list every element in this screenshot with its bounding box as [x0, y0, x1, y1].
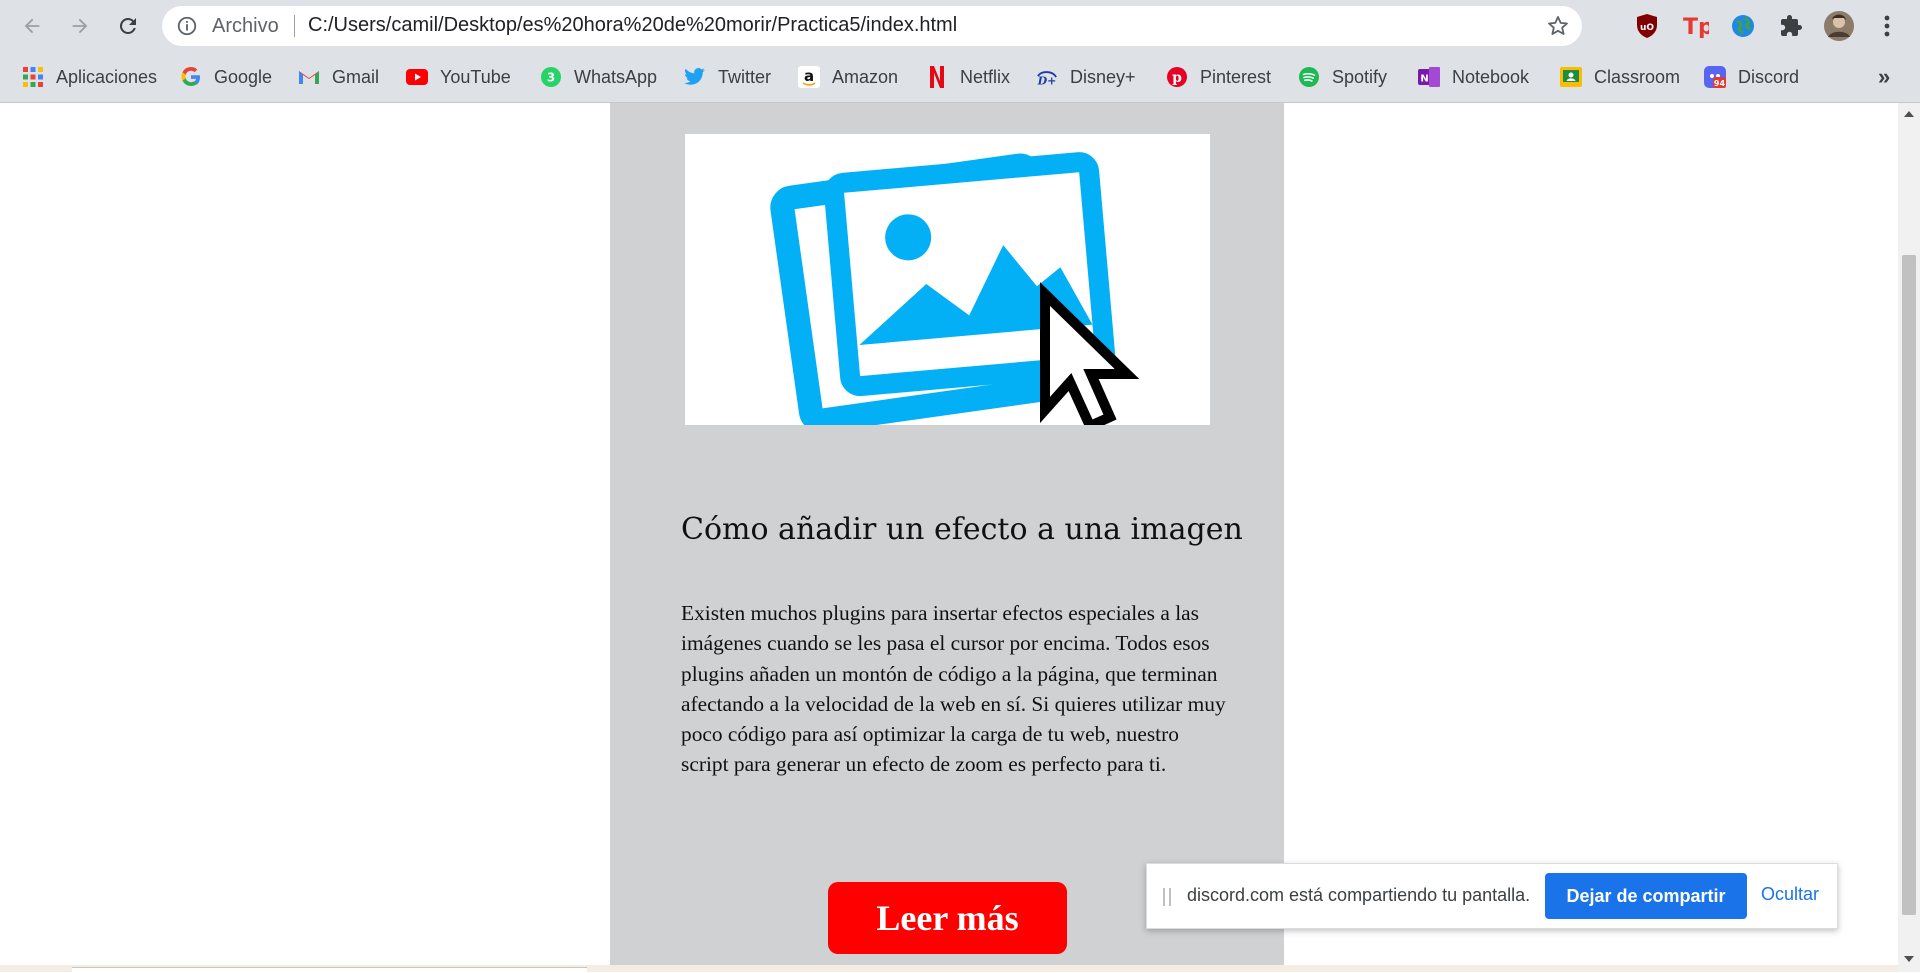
scroll-down-arrow-icon[interactable] — [1903, 954, 1915, 964]
youtube-icon — [406, 66, 428, 88]
classroom-icon — [1560, 66, 1582, 88]
bookmarks-overflow-button[interactable]: » — [1878, 63, 1890, 91]
bookmark-label: Spotify — [1332, 66, 1388, 87]
svg-text:N: N — [1420, 74, 1428, 85]
scheme-label: Archivo — [212, 15, 279, 37]
google-icon — [180, 66, 202, 88]
netflix-icon — [926, 66, 948, 88]
picture-with-cursor-icon — [770, 152, 1140, 433]
forward-button[interactable] — [62, 8, 98, 44]
discord-badge: 94 — [1714, 79, 1726, 88]
arrow-left-icon — [24, 18, 40, 34]
tp-extension-icon[interactable]: Tp — [1678, 9, 1712, 43]
bookmark-label: Google — [214, 66, 273, 87]
bookmark-label: Notebook — [1452, 66, 1530, 87]
bookmark-label: Disney+ — [1070, 66, 1136, 87]
bookmark-apps[interactable]: Aplicaciones — [22, 63, 157, 91]
bookmark-spotify[interactable]: Spotify — [1298, 63, 1387, 91]
twitter-icon — [684, 66, 706, 88]
svg-text:uO: uO — [1640, 23, 1654, 33]
bookmark-label: Gmail — [332, 66, 380, 87]
svg-text:p: p — [1172, 70, 1182, 86]
extensions-puzzle-icon[interactable] — [1774, 9, 1808, 43]
bookmark-label: Pinterest — [1200, 66, 1272, 87]
bookmark-label: Amazon — [832, 66, 899, 87]
bookmark-label: YouTube — [440, 66, 511, 87]
read-more-button[interactable]: Leer más — [828, 882, 1067, 954]
bookmarks-bar: Aplicaciones Google Gmail YouTube 3 What… — [0, 52, 1920, 103]
article-card: Cómo añadir un efecto a una imagen Exist… — [610, 103, 1284, 972]
bookmark-discord[interactable]: 94 Discord — [1704, 63, 1799, 91]
stop-sharing-button[interactable]: Dejar de compartir — [1545, 873, 1747, 919]
onenote-icon: N — [1418, 66, 1440, 88]
spotify-icon — [1298, 66, 1320, 88]
bookmark-label: Discord — [1738, 66, 1800, 87]
bookmark-label: WhatsApp — [574, 66, 658, 87]
shelf-item-edge — [72, 967, 587, 973]
card-title: Cómo añadir un efecto a una imagen — [681, 512, 1243, 547]
bookmark-netflix[interactable]: Netflix — [926, 63, 1010, 91]
card-image[interactable] — [685, 134, 1210, 433]
whatsapp-icon: 3 — [540, 66, 562, 88]
ublock-extension-icon[interactable]: uO — [1630, 9, 1664, 43]
bookmark-youtube[interactable]: YouTube — [406, 63, 511, 91]
bookmark-label: Aplicaciones — [56, 66, 158, 87]
globe-extension-icon[interactable] — [1726, 9, 1760, 43]
bookmark-gmail[interactable]: Gmail — [298, 63, 379, 91]
bookmark-twitter[interactable]: Twitter — [684, 63, 771, 91]
bookmark-disney[interactable]: D+ Disney+ — [1036, 63, 1136, 91]
discord-icon: 94 — [1704, 66, 1726, 88]
screen-share-notice: discord.com está compartiendo tu pantall… — [1146, 863, 1838, 929]
browser-menu-button[interactable] — [1870, 9, 1904, 43]
reload-button[interactable] — [110, 8, 146, 44]
card-text: Existen muchos plugins para insertar efe… — [681, 601, 1226, 777]
bookmark-amazon[interactable]: a Amazon — [798, 63, 898, 91]
reload-icon — [119, 17, 136, 34]
browser-toolbar: Archivo C:/Users/camil/Desktop/es%20hora… — [0, 0, 1920, 52]
kebab-menu-icon — [1884, 15, 1890, 37]
svg-text:Tp: Tp — [1683, 15, 1709, 38]
omnibox-separator — [294, 15, 295, 37]
amazon-icon: a — [798, 66, 820, 88]
bookmark-label: Twitter — [718, 66, 772, 87]
bookmark-pinterest[interactable]: p Pinterest — [1166, 63, 1271, 91]
drag-handle-icon[interactable] — [1163, 888, 1171, 911]
hide-notice-link[interactable]: Ocultar — [1761, 884, 1819, 905]
svg-text:a: a — [804, 67, 814, 85]
svg-text:3: 3 — [547, 71, 555, 85]
info-icon[interactable] — [176, 15, 198, 42]
bookmark-label: Netflix — [960, 66, 1011, 87]
download-shelf-edge — [0, 965, 1898, 973]
back-button[interactable] — [14, 8, 50, 44]
bookmark-notebook[interactable]: N Notebook — [1418, 63, 1529, 91]
profile-avatar[interactable] — [1822, 9, 1856, 43]
bookmark-whatsapp[interactable]: 3 WhatsApp — [540, 63, 657, 91]
bookmark-classroom[interactable]: Classroom — [1560, 63, 1680, 91]
vertical-scrollbar[interactable] — [1898, 103, 1920, 972]
share-message: discord.com está compartiendo tu pantall… — [1187, 885, 1531, 905]
scroll-thumb[interactable] — [1902, 255, 1916, 915]
bookmark-star-icon[interactable] — [1546, 14, 1570, 43]
bookmark-google[interactable]: Google — [180, 63, 272, 91]
arrow-right-icon — [72, 18, 88, 34]
url-text[interactable]: C:/Users/camil/Desktop/es%20hora%20de%20… — [308, 14, 957, 37]
svg-text:D+: D+ — [1037, 74, 1057, 87]
address-bar[interactable]: Archivo C:/Users/camil/Desktop/es%20hora… — [162, 6, 1582, 46]
disney-icon: D+ — [1036, 66, 1058, 88]
apps-grid-icon — [22, 66, 44, 88]
pinterest-icon: p — [1166, 66, 1188, 88]
bookmark-label: Classroom — [1594, 66, 1681, 87]
page-viewport: Cómo añadir un efecto a una imagen Exist… — [0, 103, 1898, 972]
gmail-icon — [298, 66, 320, 88]
scroll-up-arrow-icon[interactable] — [1903, 109, 1915, 119]
